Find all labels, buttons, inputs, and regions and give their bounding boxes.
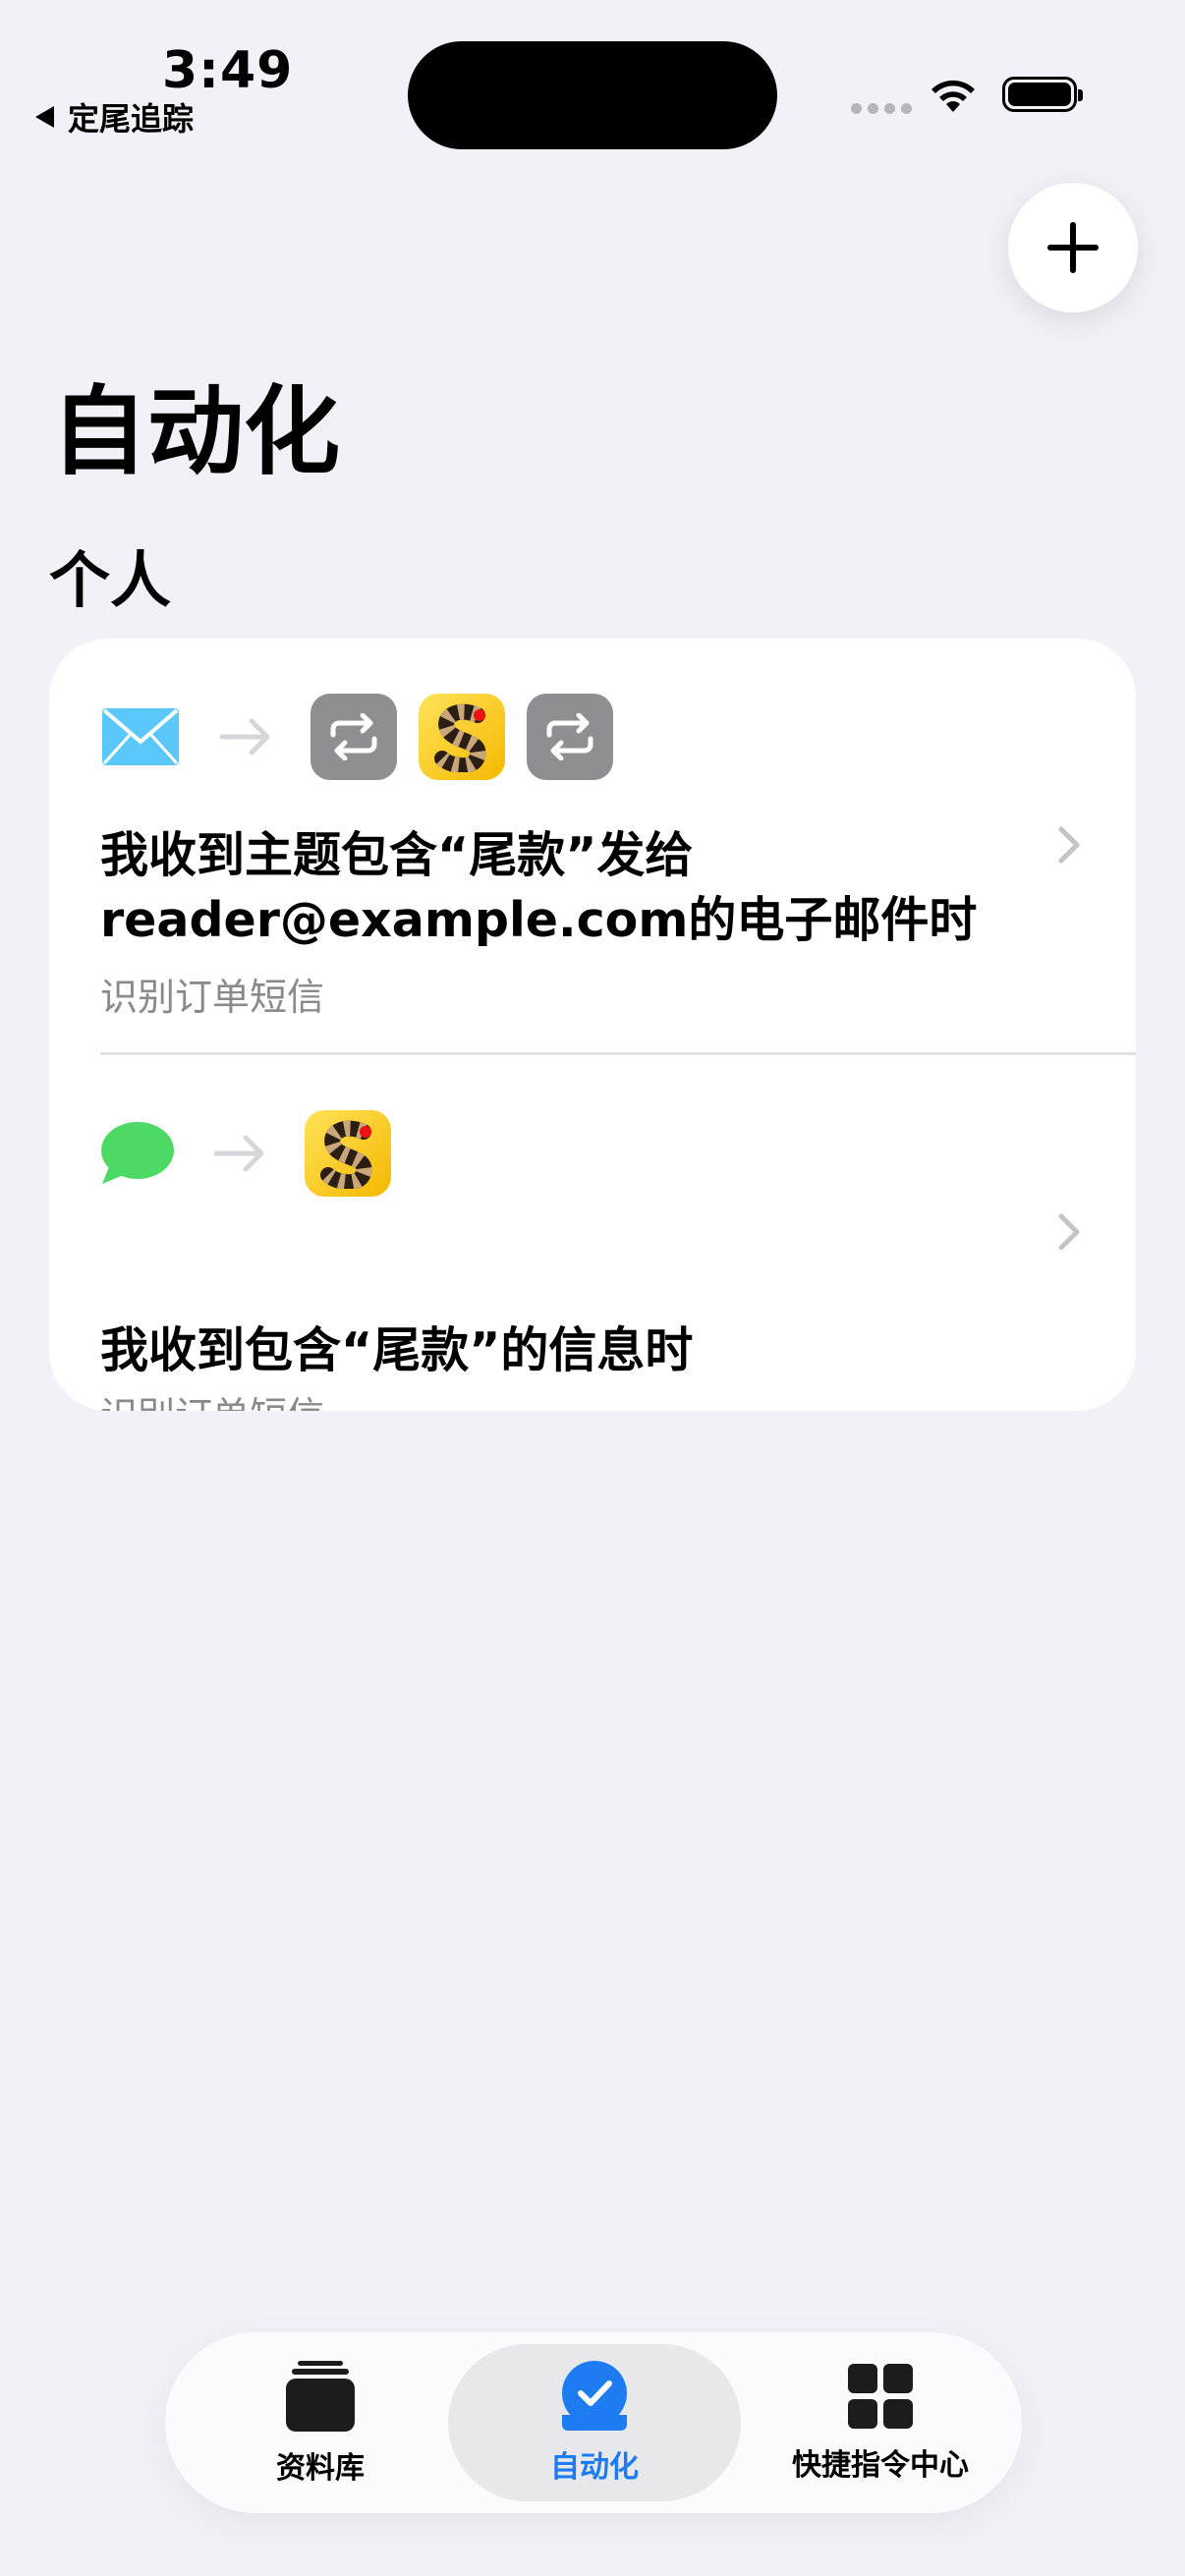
snake-app-icon [419,694,505,780]
repeat-icon [310,694,397,780]
automation-subtitle: 识别订单短信 [100,976,325,1019]
page-title: 自动化 [51,376,341,488]
plus-icon [1047,222,1099,273]
wifi-icon [931,80,975,112]
back-to-app-button[interactable]: 定尾追踪 [35,94,194,140]
back-app-label: 定尾追踪 [68,100,195,138]
arrow-right-icon [220,718,270,756]
arrow-right-icon [214,1135,264,1172]
add-automation-button[interactable] [1008,183,1138,312]
automation-subtitle: 识别订单短信 [100,1385,324,1411]
battery-icon [1002,77,1083,112]
tab-library[interactable]: 资料库 [224,2332,417,2513]
automation-title: 我收到主题包含“尾款”发给reader@example.com的电子邮件时 [100,827,978,948]
back-triangle-icon [35,106,54,128]
cellular-signal-icon [851,103,912,114]
automation-icons [100,694,635,780]
chevron-right-icon [1058,826,1080,864]
library-icon [286,2361,355,2432]
tab-label: 资料库 [276,2451,365,2486]
dynamic-island [408,41,777,149]
automation-title: 我收到包含“尾款”的信息时 [100,1322,694,1378]
automation-row-email[interactable]: 我收到主题包含“尾款”发给reader@example.com的电子邮件时 识别… [49,639,1136,1055]
tab-gallery[interactable]: 快捷指令中心 [766,2332,994,2513]
repeat-icon [527,694,613,780]
tab-bar: 资料库 自动化 快捷指令中心 [165,2332,1022,2513]
chevron-right-icon [1058,1213,1080,1251]
snake-app-icon [305,1110,391,1197]
automation-check-icon [562,2361,627,2431]
automation-row-message[interactable]: 我收到包含“尾款”的信息时 识别订单短信 [49,1055,1136,1411]
section-title-personal: 个人 [49,544,172,616]
automation-icons [100,1110,413,1197]
gallery-grid-icon [848,2364,913,2429]
tab-label: 自动化 [550,2450,639,2485]
messages-icon [101,1122,174,1184]
tab-label: 快捷指令中心 [792,2448,969,2483]
automation-list-card: 我收到主题包含“尾款”发给reader@example.com的电子邮件时 识别… [49,639,1136,1411]
tab-automation[interactable]: 自动化 [448,2344,741,2501]
status-time: 3:49 [162,41,294,100]
mail-icon [102,708,179,765]
